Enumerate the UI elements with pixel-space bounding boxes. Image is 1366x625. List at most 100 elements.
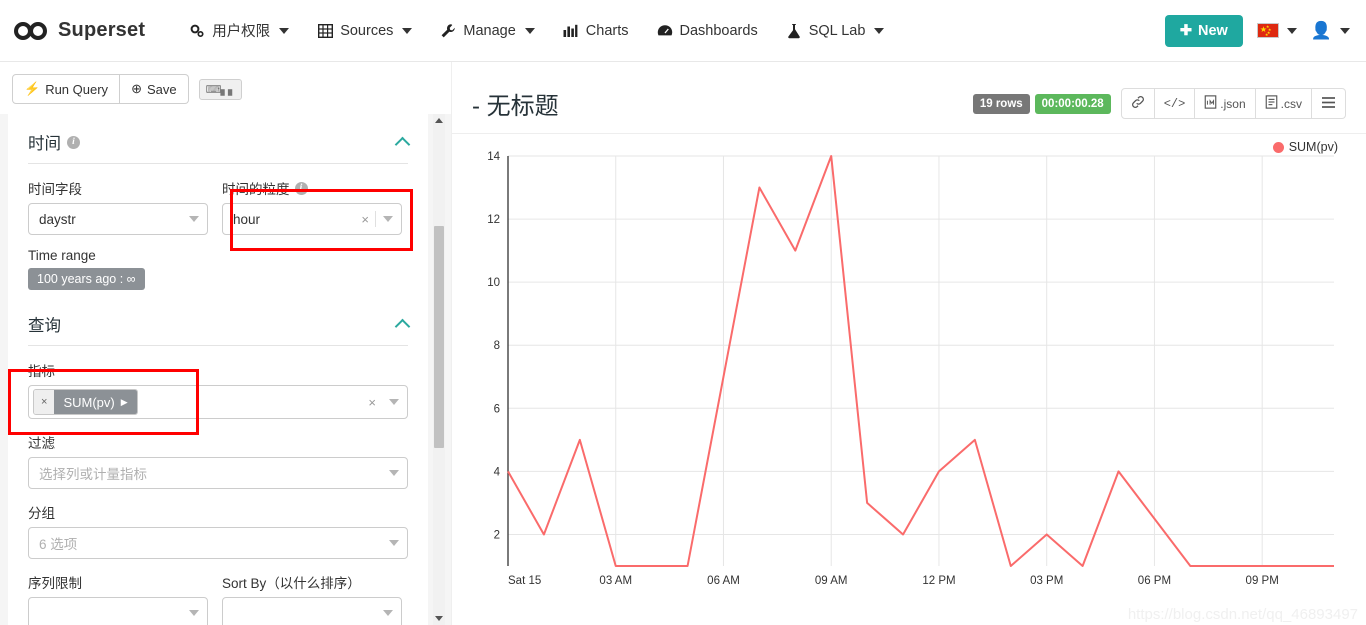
time-column-select[interactable]: daystr [28, 203, 208, 235]
scroll-up-icon[interactable] [435, 118, 443, 123]
bolt-icon: ⚡ [24, 81, 41, 96]
groupby-select[interactable]: 6 选项 [28, 527, 408, 559]
file-csv-icon [1265, 95, 1278, 112]
export-json-button[interactable]: .json [1195, 88, 1256, 119]
chevron-down-icon [279, 27, 290, 34]
keyboard-shortcuts-button[interactable]: ⌨▖▖ [198, 78, 243, 100]
run-query-button[interactable]: ⚡ Run Query [12, 74, 121, 104]
nav-item-sql-lab[interactable]: SQL Lab [772, 15, 899, 47]
groupby-placeholder: 6 选项 [39, 537, 78, 552]
query-section-title-group: 查询 [28, 312, 61, 336]
svg-text:2: 2 [494, 529, 500, 541]
flask-icon [786, 23, 802, 39]
save-label: Save [146, 81, 177, 97]
time-section-title-group: 时间 i [28, 130, 80, 154]
control-panel-scrollbar[interactable] [433, 114, 445, 625]
nav-item-charts[interactable]: Charts [549, 15, 643, 47]
divider [375, 211, 376, 227]
svg-text:06 AM: 06 AM [707, 575, 740, 587]
top-navbar: Superset 用户权限 Sources Manage Charts Dash… [0, 0, 1366, 62]
watermark: https://blog.csdn.net/qq_46893497 [1127, 606, 1358, 623]
scroll-down-icon[interactable] [435, 616, 443, 621]
control-panel-scroll: 时间 i 时间字段 daystr 时间的粒度 i hour × Time ran… [0, 114, 451, 625]
chevron-up-icon[interactable] [394, 318, 411, 334]
time-section-header[interactable]: 时间 i [28, 130, 411, 164]
svg-text:8: 8 [494, 340, 500, 352]
nav-item-manage[interactable]: Manage [426, 15, 548, 47]
metrics-control: 指标 × SUM(pv) ▶ × [28, 360, 408, 419]
chart-menu-button[interactable] [1312, 88, 1346, 119]
rows-badge: 19 rows [972, 93, 1030, 114]
scrollbar-thumb[interactable] [434, 226, 444, 448]
time-range-value[interactable]: 100 years ago : ∞ [28, 268, 145, 290]
query-button-group: ⚡ Run Query ⊕ Save [12, 74, 189, 104]
time-grain-label: 时间的粒度 [222, 182, 290, 197]
chevron-down-icon [189, 216, 199, 222]
control-panel: ⚡ Run Query ⊕ Save ⌨▖▖ 时间 i 时间字段 daystr … [0, 62, 451, 625]
query-section-header[interactable]: 查询 [28, 312, 411, 346]
remove-metric-icon[interactable]: × [34, 390, 55, 414]
metric-chip[interactable]: × SUM(pv) ▶ [33, 389, 138, 415]
share-link-button[interactable] [1120, 88, 1155, 119]
metrics-label: 指标 [28, 364, 55, 379]
metric-chip-body: SUM(pv) ▶ [54, 390, 137, 414]
info-icon[interactable]: i [294, 181, 308, 195]
user-icon: 👤 [1310, 20, 1332, 40]
chevron-down-icon [1340, 27, 1350, 34]
code-icon: </> [1163, 96, 1186, 111]
chart-header: - 无标题 19 rows 00:00:00.28 </> .json .csv [452, 62, 1366, 134]
chevron-down-icon [402, 27, 413, 34]
nav-item-dashboards[interactable]: Dashboards [643, 15, 772, 47]
info-icon[interactable]: i [67, 135, 80, 149]
nav-label: SQL Lab [808, 22, 866, 39]
line-chart-svg[interactable]: 2 4 6 8 10 12 14 Sat 15 03 AM 06 AM 09 AM 12 PM 03 P… [462, 138, 1352, 608]
new-button[interactable]: ✚ New [1164, 14, 1243, 47]
nav-label: Manage [463, 22, 516, 39]
sort-by-select[interactable] [222, 597, 402, 625]
file-json-icon [1204, 95, 1217, 112]
brand-logo-link[interactable]: Superset [14, 19, 145, 42]
chevron-down-icon [524, 27, 535, 34]
svg-text:06 PM: 06 PM [1138, 575, 1171, 587]
navbar-right: ✚ New ★ ★ ★ ★ ★ 👤 [1164, 14, 1350, 47]
save-button[interactable]: ⊕ Save [120, 74, 189, 104]
nav-label: Dashboards [679, 22, 758, 39]
chevron-down-icon [389, 470, 399, 476]
time-controls-row: 时间字段 daystr 时间的粒度 i hour × [28, 178, 408, 248]
metric-chip-label: SUM(pv) [63, 394, 115, 410]
plus-circle-icon: ⊕ [131, 81, 142, 96]
query-section-title: 查询 [28, 317, 61, 335]
user-menu[interactable]: 👤 [1311, 21, 1350, 41]
nav-item-user-permissions[interactable]: 用户权限 [175, 12, 303, 49]
legend-label: SUM(pv) [1288, 140, 1338, 154]
series-limit-select[interactable] [28, 597, 208, 625]
run-query-label: Run Query [45, 81, 109, 97]
chart-title[interactable]: - 无标题 [472, 86, 559, 121]
metrics-select[interactable]: × SUM(pv) ▶ × [28, 385, 408, 419]
bar-chart-icon [563, 23, 579, 39]
time-grain-control: 时间的粒度 i hour × [222, 178, 402, 235]
svg-text:Sat 15: Sat 15 [508, 575, 541, 587]
filters-select[interactable]: 选择列或计量指标 [28, 457, 408, 489]
play-icon: ▶ [120, 396, 128, 407]
chart-action-button-group: </> .json .csv [1120, 88, 1346, 119]
export-csv-button[interactable]: .csv [1255, 88, 1312, 119]
time-grain-select[interactable]: hour × [222, 203, 402, 235]
clear-icon[interactable]: × [355, 212, 375, 227]
chart-legend[interactable]: SUM(pv) [1272, 140, 1338, 154]
chevron-down-icon [189, 610, 199, 616]
nav-items: 用户权限 Sources Manage Charts Dashboards SQ… [175, 12, 898, 49]
clear-icon[interactable]: × [362, 395, 382, 410]
time-column-control: 时间字段 daystr [28, 178, 208, 235]
nav-item-sources[interactable]: Sources [303, 15, 426, 47]
language-selector[interactable]: ★ ★ ★ ★ ★ [1256, 23, 1297, 38]
svg-text:09 PM: 09 PM [1246, 575, 1279, 587]
china-flag-icon: ★ ★ ★ ★ ★ [1256, 23, 1279, 38]
svg-text:09 AM: 09 AM [815, 575, 848, 587]
chevron-up-icon[interactable] [394, 136, 411, 152]
export-json-label: .json [1220, 96, 1246, 111]
view-query-button[interactable]: </> [1154, 88, 1196, 119]
series-limit-control: 序列限制 [28, 572, 208, 625]
legend-color-dot [1272, 141, 1284, 153]
plus-icon: ✚ [1179, 22, 1192, 39]
